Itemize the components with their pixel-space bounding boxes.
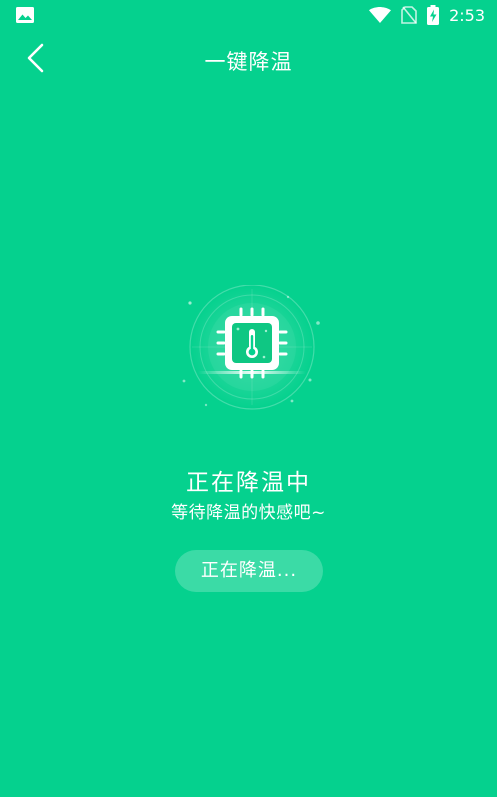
cooling-progress-button[interactable]: 正在降温... — [175, 550, 323, 592]
no-sim-icon — [401, 6, 417, 24]
cpu-thermometer-icon — [182, 285, 320, 410]
status-time: 2:53 — [449, 5, 485, 25]
wifi-icon — [369, 7, 392, 23]
app-bar: 一键降温 — [0, 30, 497, 90]
cooling-status-title: 正在降温中 — [186, 470, 311, 496]
status-bar: 2:53 — [0, 0, 497, 30]
cooling-status-subtitle: 等待降温的快感吧~ — [171, 503, 326, 523]
page-title: 一键降温 — [204, 50, 293, 74]
image-notification-icon — [16, 7, 34, 23]
status-icons: 2:53 — [369, 4, 485, 26]
battery-charging-icon — [427, 5, 440, 25]
